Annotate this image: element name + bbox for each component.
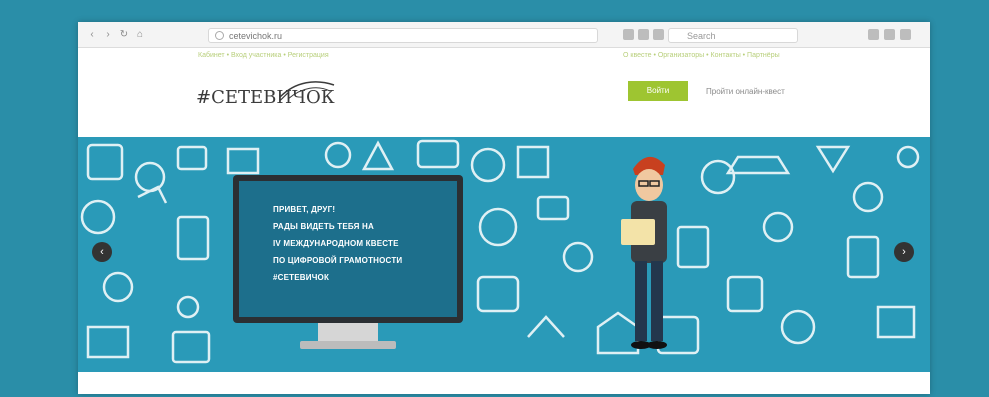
slide-line-1: ПРИВЕТ, ДРУГ! <box>273 205 336 214</box>
menu-icon[interactable] <box>900 29 911 40</box>
address-bar[interactable]: cetevichok.ru <box>208 28 598 43</box>
search-placeholder: Search <box>687 31 716 41</box>
browser-window: ‹ › ↻ ⌂ cetevichok.ru Search Кабинет • В… <box>78 22 930 394</box>
character-illustration <box>621 156 667 349</box>
forward-icon[interactable]: › <box>102 29 114 41</box>
search-input[interactable]: Search <box>668 28 798 43</box>
login-button[interactable]: Войти <box>628 81 688 101</box>
bookmark-icon[interactable] <box>623 29 634 40</box>
reload-icon[interactable]: ↻ <box>118 29 130 41</box>
page-below-fold <box>78 372 930 394</box>
chevron-left-icon: ‹ <box>100 246 104 258</box>
download-icon[interactable] <box>868 29 879 40</box>
slider-next-button[interactable]: › <box>894 242 914 262</box>
monitor-graphic: ПРИВЕТ, ДРУГ! РАДЫ ВИДЕТЬ ТЕБЯ НА IV МЕЖ… <box>233 175 463 323</box>
slide-line-4: ПО ЦИФРОВОЙ ГРАМОТНОСТИ <box>273 256 403 265</box>
home-icon[interactable]: ⌂ <box>134 29 146 41</box>
address-text: cetevichok.ru <box>229 31 283 41</box>
monitor-stand <box>318 323 378 341</box>
site-header: Кабинет • Вход участника • Регистрация О… <box>78 49 930 137</box>
dropdown-icon[interactable] <box>653 29 664 40</box>
reader-icon[interactable] <box>638 29 649 40</box>
slide-line-5: #СЕТЕВИЧОК <box>273 273 330 282</box>
quest-link[interactable]: Пройти онлайн-квест <box>706 87 785 96</box>
logo-swoosh-icon <box>279 81 335 100</box>
top-links-right[interactable]: О квесте • Организаторы • Контакты • Пар… <box>623 52 780 59</box>
monitor-base <box>300 341 396 349</box>
top-links-left[interactable]: Кабинет • Вход участника • Регистрация <box>198 52 329 59</box>
slider-prev-button[interactable]: ‹ <box>92 242 112 262</box>
browser-toolbar: ‹ › ↻ ⌂ cetevichok.ru Search <box>78 22 930 48</box>
slide-line-2: РАДЫ ВИДЕТЬ ТЕБЯ НА <box>273 222 374 231</box>
back-icon[interactable]: ‹ <box>86 29 98 41</box>
site-info-icon[interactable] <box>215 31 224 40</box>
monitor-screen: ПРИВЕТ, ДРУГ! РАДЫ ВИДЕТЬ ТЕБЯ НА IV МЕЖ… <box>239 181 457 317</box>
slide-line-3: IV МЕЖДУНАРОДНОМ КВЕСТЕ <box>273 239 399 248</box>
chevron-right-icon: › <box>902 246 906 258</box>
hero-slider: ПРИВЕТ, ДРУГ! РАДЫ ВИДЕТЬ ТЕБЯ НА IV МЕЖ… <box>78 137 930 372</box>
icon-pattern-background <box>80 139 920 364</box>
extension-icon[interactable] <box>884 29 895 40</box>
